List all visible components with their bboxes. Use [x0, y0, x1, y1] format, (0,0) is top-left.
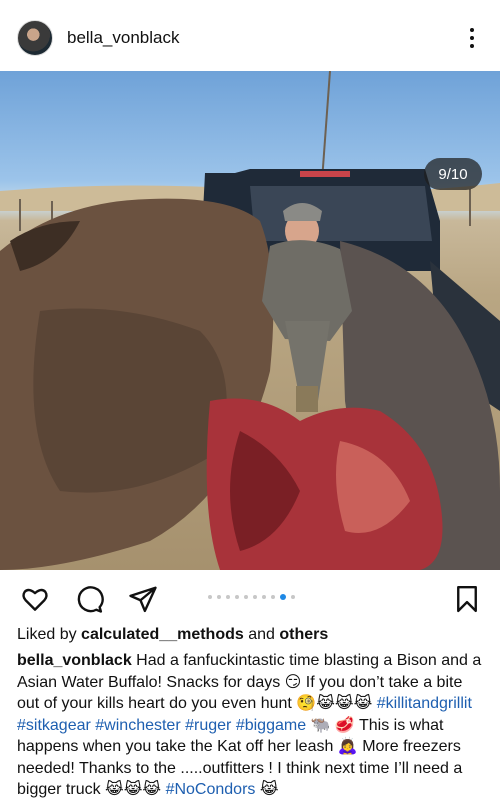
send-icon[interactable] [128, 584, 158, 614]
liked-by-others-link[interactable]: others [279, 626, 328, 643]
profile-avatar[interactable] [17, 20, 53, 56]
hashtag-link[interactable]: #killitandgrillit [377, 695, 472, 712]
liked-by-user-link[interactable]: calculated__methods [81, 626, 244, 643]
carousel-indicator [208, 594, 295, 600]
hashtag-link[interactable]: #ruger [185, 717, 231, 734]
carousel-dot [271, 595, 275, 599]
carousel-dot [226, 595, 230, 599]
post-image-illustration [0, 71, 500, 570]
liked-by-line: Liked by calculated__methods and others [17, 626, 328, 644]
carousel-dot [208, 595, 212, 599]
post-username[interactable]: bella_vonblack [67, 28, 179, 48]
carousel-dot [262, 595, 266, 599]
post-caption: bella_vonblack Had a fanfuckintastic tim… [17, 650, 487, 801]
bookmark-icon[interactable] [452, 584, 482, 614]
carousel-dot [291, 595, 295, 599]
hashtag-link[interactable]: #biggame [236, 717, 306, 734]
carousel-dot-active [280, 594, 286, 600]
post-header: bella_vonblack [0, 0, 500, 72]
carousel-dot [253, 595, 257, 599]
caption-author[interactable]: bella_vonblack [17, 652, 132, 669]
carousel-dot [235, 595, 239, 599]
liked-by-prefix: Liked by [17, 626, 77, 643]
carousel-dot [244, 595, 248, 599]
hashtag-link[interactable]: #NoCondors [166, 781, 256, 798]
liked-by-and: and [248, 626, 275, 643]
hashtag-link[interactable]: #winchester [95, 717, 180, 734]
caption-text-3: 😹 [259, 781, 279, 798]
more-options-icon[interactable] [462, 24, 482, 52]
image-counter-badge: 9/10 [424, 158, 482, 190]
hashtag-link[interactable]: #sitkagear [17, 717, 91, 734]
carousel-dot [217, 595, 221, 599]
comment-icon[interactable] [74, 584, 104, 614]
heart-icon[interactable] [20, 584, 50, 614]
post-image[interactable]: 9/10 [0, 71, 500, 570]
